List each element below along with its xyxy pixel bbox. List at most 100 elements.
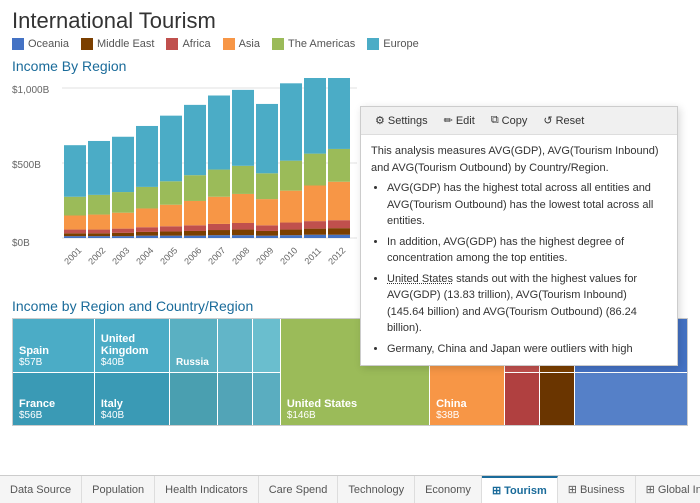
svg-text:2003: 2003: [110, 245, 131, 266]
popup-bullets: AVG(GDP) has the highest total across al…: [371, 180, 667, 357]
treemap-other-europe3[interactable]: [218, 373, 252, 426]
treemap-other-europe1[interactable]: [170, 373, 217, 426]
legend-item-africa: Africa: [166, 38, 210, 50]
legend-label: Asia: [239, 38, 260, 50]
treemap-col-2: United Kingdom $40B Italy $40B: [95, 319, 169, 425]
copy-icon: ⧉: [491, 114, 499, 127]
copy-button[interactable]: ⧉ Copy: [483, 111, 536, 130]
tabs-bar: Data Source Population Health Indicators Ca…: [0, 475, 700, 503]
treemap-col-5: [253, 319, 280, 425]
legend-color: [272, 38, 284, 50]
reset-label: Reset: [556, 115, 585, 127]
svg-text:2007: 2007: [206, 245, 227, 266]
chart-area: ⚙ Settings ✏ Edit ⧉ Copy ↺ Reset This an…: [0, 78, 700, 298]
treemap-other-europe4[interactable]: [253, 319, 280, 372]
tab-data-source[interactable]: Data Source: [0, 476, 82, 503]
copy-label: Copy: [502, 115, 528, 127]
svg-text:$500B: $500B: [12, 160, 41, 171]
tab-economy[interactable]: Economy: [415, 476, 482, 503]
legend-color: [81, 38, 93, 50]
svg-text:2006: 2006: [182, 245, 203, 266]
legend-label: The Americas: [288, 38, 355, 50]
tab-population[interactable]: Population: [82, 476, 155, 503]
svg-text:2009: 2009: [254, 245, 275, 266]
treemap-uk[interactable]: United Kingdom $40B: [95, 319, 169, 372]
treemap-other-europe2[interactable]: [218, 319, 252, 372]
reset-icon: ↺: [543, 114, 552, 127]
svg-text:2010: 2010: [278, 245, 299, 266]
legend-color: [223, 38, 235, 50]
bar-chart-svg: $1,000B $500B $0B 2001200220032004200520…: [12, 78, 362, 288]
svg-text:2008: 2008: [230, 245, 251, 266]
treemap-col-3: Russia: [170, 319, 217, 425]
legend-color: [166, 38, 178, 50]
tab-label: Business: [580, 484, 625, 496]
tab-technology[interactable]: Technology: [338, 476, 415, 503]
treemap-italy[interactable]: Italy $40B: [95, 373, 169, 426]
legend-item-oceania: Oceania: [12, 38, 69, 50]
treemap-oceania2[interactable]: [575, 373, 687, 426]
edit-icon: ✏: [444, 114, 453, 127]
legend-color: [367, 38, 379, 50]
section1-title: Income By Region: [0, 54, 700, 78]
popup-bullet-3: Germany, China and Japan were outliers w…: [387, 341, 667, 358]
legend-label: Africa: [182, 38, 210, 50]
tab-icon: ⊞: [646, 483, 655, 496]
edit-button[interactable]: ✏ Edit: [436, 111, 483, 130]
tab-icon: ⊞: [568, 483, 577, 496]
settings-label: Settings: [388, 115, 428, 127]
treemap-col-1: Spain $57B France $56B: [13, 319, 94, 425]
page-title: International Tourism: [12, 8, 688, 34]
page-header: International Tourism Oceania Middle East…: [0, 0, 700, 54]
tab-care-spend[interactable]: Care Spend: [259, 476, 339, 503]
tab-global-indica---[interactable]: ⊞Global Indica...: [636, 476, 700, 503]
tab-label: Economy: [425, 484, 471, 496]
tab-label: Tourism: [504, 485, 547, 497]
popup-content: This analysis measures AVG(GDP), AVG(Tou…: [361, 135, 677, 365]
treemap-russia[interactable]: Russia: [170, 319, 217, 372]
edit-label: Edit: [456, 115, 475, 127]
settings-button[interactable]: ⚙ Settings: [367, 111, 436, 130]
treemap-col-4: [218, 319, 252, 425]
treemap-other-europe5[interactable]: [253, 373, 280, 426]
reset-button[interactable]: ↺ Reset: [535, 111, 592, 130]
tab-health-indicators[interactable]: Health Indicators: [155, 476, 259, 503]
legend-label: Middle East: [97, 38, 154, 50]
treemap-france[interactable]: France $56B: [13, 373, 94, 426]
popup-bullet-2: United States stands out with the highes…: [387, 271, 667, 337]
tab-label: Health Indicators: [165, 484, 248, 496]
highlighted-entity: United States: [387, 273, 453, 285]
tab-tourism[interactable]: ⊞Tourism: [482, 476, 558, 503]
treemap-mideast2[interactable]: [540, 373, 574, 426]
popup-bullet-1: In addition, AVG(GDP) has the highest de…: [387, 234, 667, 267]
legend-color: [12, 38, 24, 50]
popup-bullet-0: AVG(GDP) has the highest total across al…: [387, 180, 667, 230]
legend: Oceania Middle East Africa Asia The Americas…: [12, 38, 688, 50]
treemap-africa2[interactable]: [505, 373, 539, 426]
legend-item-the-americas: The Americas: [272, 38, 355, 50]
tab-label: Population: [92, 484, 144, 496]
svg-text:2011: 2011: [302, 245, 323, 266]
popup-toolbar: ⚙ Settings ✏ Edit ⧉ Copy ↺ Reset: [361, 107, 677, 135]
svg-text:2004: 2004: [134, 245, 155, 266]
legend-item-asia: Asia: [223, 38, 260, 50]
svg-text:$0B: $0B: [12, 238, 30, 249]
legend-label: Europe: [383, 38, 418, 50]
treemap-spain[interactable]: Spain $57B: [13, 319, 94, 372]
svg-text:2002: 2002: [86, 245, 107, 266]
legend-item-middle-east: Middle East: [81, 38, 154, 50]
legend-label: Oceania: [28, 38, 69, 50]
popup-body: This analysis measures AVG(GDP), AVG(Tou…: [371, 143, 667, 176]
svg-text:$1,000B: $1,000B: [12, 85, 50, 96]
settings-icon: ⚙: [375, 114, 385, 127]
svg-text:2001: 2001: [62, 245, 83, 266]
tab-label: Data Source: [10, 484, 71, 496]
svg-text:2012: 2012: [326, 245, 347, 266]
analysis-popup: ⚙ Settings ✏ Edit ⧉ Copy ↺ Reset This an…: [360, 106, 678, 366]
tab-label: Care Spend: [269, 484, 328, 496]
legend-item-europe: Europe: [367, 38, 418, 50]
tab-icon: ⊞: [492, 484, 501, 497]
tab-business[interactable]: ⊞Business: [558, 476, 636, 503]
tab-label: Global Indica...: [658, 484, 700, 496]
tab-label: Technology: [348, 484, 404, 496]
